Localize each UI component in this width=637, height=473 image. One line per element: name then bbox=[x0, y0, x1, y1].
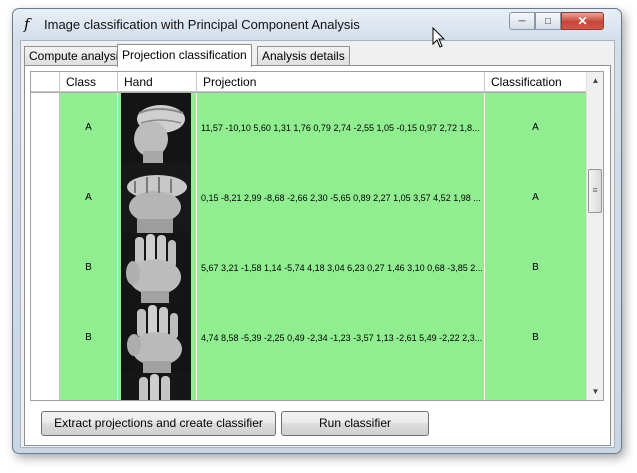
row-header[interactable] bbox=[31, 163, 60, 233]
table-row[interactable] bbox=[31, 373, 587, 400]
hand-cell[interactable] bbox=[118, 233, 197, 303]
hand-cell[interactable] bbox=[118, 303, 197, 373]
hand-open-image bbox=[121, 303, 191, 373]
classification-cell[interactable]: A bbox=[485, 163, 587, 233]
table-row[interactable]: A 0,15 -8,21 2,99 -8,68 -2,66 2,30 -5,65… bbox=[31, 163, 587, 233]
class-cell[interactable]: A bbox=[60, 163, 118, 233]
function-f-icon: f bbox=[24, 15, 30, 33]
projection-grid[interactable]: Class Hand Projection Classification A 1… bbox=[30, 71, 604, 401]
row-header[interactable] bbox=[31, 303, 60, 373]
main-window: f Image classification with Principal Co… bbox=[12, 8, 622, 454]
hand-open-image bbox=[121, 233, 191, 303]
row-header[interactable] bbox=[31, 233, 60, 303]
client-area: Compute analysis Projection classificati… bbox=[20, 40, 615, 448]
classification-cell[interactable]: B bbox=[485, 233, 587, 303]
hand-cell[interactable] bbox=[118, 93, 197, 163]
hand-open-image bbox=[121, 373, 191, 400]
class-cell[interactable] bbox=[60, 373, 118, 400]
grid-header: Class Hand Projection Classification bbox=[31, 72, 587, 92]
projection-cell[interactable] bbox=[197, 373, 485, 400]
classification-cell[interactable]: A bbox=[485, 93, 587, 163]
projection-cell[interactable]: 5,67 3,21 -1,58 1,14 -5,74 4,18 3,04 6,2… bbox=[197, 233, 485, 303]
projection-classification-panel: Class Hand Projection Classification A 1… bbox=[24, 65, 611, 446]
table-row[interactable]: B bbox=[31, 303, 587, 373]
scroll-down-arrow-icon[interactable]: ▼ bbox=[587, 383, 603, 400]
class-cell[interactable]: B bbox=[60, 303, 118, 373]
maximize-button[interactable]: □ bbox=[535, 12, 561, 30]
class-cell[interactable]: A bbox=[60, 93, 118, 163]
vertical-scrollbar[interactable]: ▲ ≡ ▼ bbox=[586, 72, 603, 400]
classification-cell[interactable]: B bbox=[485, 303, 587, 373]
minimize-button[interactable]: ─ bbox=[509, 12, 535, 30]
classification-cell[interactable] bbox=[485, 373, 587, 400]
row-header[interactable] bbox=[31, 373, 60, 400]
scroll-up-arrow-icon[interactable]: ▲ bbox=[587, 72, 603, 89]
table-row[interactable]: B bbox=[31, 233, 587, 303]
projection-cell[interactable]: 11,57 -10,10 5,60 1,31 1,76 0,79 2,74 -2… bbox=[197, 93, 485, 163]
scroll-thumb[interactable]: ≡ bbox=[588, 169, 602, 213]
extract-projections-button[interactable]: Extract projections and create classifie… bbox=[41, 411, 276, 436]
hand-cell[interactable] bbox=[118, 373, 197, 400]
close-button[interactable]: ✕ bbox=[561, 12, 604, 30]
row-header-corner bbox=[31, 72, 60, 92]
class-cell[interactable]: B bbox=[60, 233, 118, 303]
column-header-hand[interactable]: Hand bbox=[118, 72, 197, 92]
hand-fist-image bbox=[121, 163, 191, 233]
title-bar[interactable]: f Image classification with Principal Co… bbox=[13, 9, 621, 39]
row-header[interactable] bbox=[31, 93, 60, 163]
mouse-cursor-icon bbox=[432, 27, 446, 48]
projection-cell[interactable]: 0,15 -8,21 2,99 -8,68 -2,66 2,30 -5,65 0… bbox=[197, 163, 485, 233]
column-header-projection[interactable]: Projection bbox=[197, 72, 485, 92]
run-classifier-button[interactable]: Run classifier bbox=[281, 411, 429, 436]
hand-fist-image bbox=[121, 93, 191, 163]
column-header-class[interactable]: Class bbox=[60, 72, 118, 92]
column-header-classification[interactable]: Classification bbox=[485, 72, 587, 92]
table-row[interactable]: A 11,57 -10,10 5,60 1,31 1,76 0,79 2,74 … bbox=[31, 93, 587, 163]
tab-analysis-details[interactable]: Analysis details bbox=[257, 46, 350, 66]
window-title: Image classification with Principal Comp… bbox=[44, 17, 360, 32]
tab-compute-analysis[interactable]: Compute analysis bbox=[24, 46, 130, 66]
hand-cell[interactable] bbox=[118, 163, 197, 233]
tab-projection-classification[interactable]: Projection classification bbox=[117, 44, 252, 67]
projection-cell[interactable]: 4,74 8,58 -5,39 -2,25 0,49 -2,34 -1,23 -… bbox=[197, 303, 485, 373]
